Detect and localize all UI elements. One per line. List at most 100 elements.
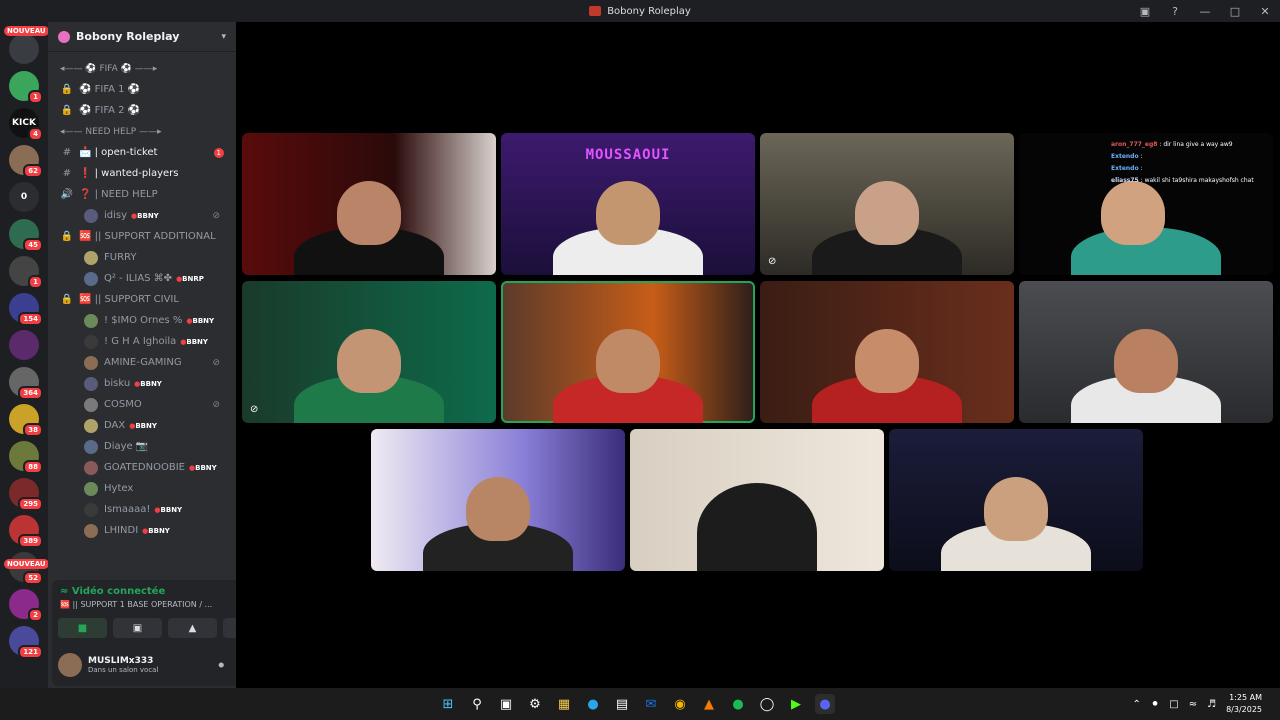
settings-icon[interactable]: ⚙	[525, 694, 545, 714]
unread-badge: 52	[23, 571, 43, 585]
channel-label: LHINDI	[104, 525, 139, 536]
locked-voice-channel[interactable]: 🔒 🆘 || SUPPORT ADDITIONAL	[54, 226, 230, 247]
server-server-icon[interactable]: 154	[9, 293, 43, 326]
microphone-icon[interactable]: ⚫	[217, 659, 226, 672]
locked-voice-channel[interactable]: 🔒 🆘 || SUPPORT CIVIL	[54, 289, 230, 310]
channel-category[interactable]: ◂—— ⚽ FIFA ⚽ ——▸	[54, 58, 230, 79]
server-server-icon[interactable]: 2	[9, 589, 43, 622]
video-tile[interactable]	[371, 429, 625, 571]
voice-user[interactable]: FURRY	[54, 247, 230, 268]
server-header[interactable]: Bobony Roleplay ▾	[48, 22, 236, 52]
server-letter-icon[interactable]: 0	[9, 182, 39, 212]
lock-icon: 🔒	[60, 84, 74, 95]
help-icon[interactable]: ?	[1160, 5, 1190, 18]
voice-user[interactable]: Hytex	[54, 478, 230, 499]
chat-message: Extendo :	[1111, 151, 1273, 163]
file-explorer-icon[interactable]: ▦	[554, 694, 574, 714]
locked-voice-channel[interactable]: 🔒 ⚽ FIFA 1 ⚽	[54, 79, 230, 100]
video-tile-speaking[interactable]	[501, 281, 755, 423]
microphone-icon[interactable]: ⚫	[1151, 699, 1159, 710]
video-tile[interactable]	[630, 429, 884, 571]
chevron-up-icon[interactable]: ⌃	[1132, 699, 1140, 710]
voice-user[interactable]: ! $IMO Ornes %BBNY	[54, 310, 230, 331]
chat-message: aron_777_eg8 : dir lina give a way aw9	[1111, 139, 1273, 151]
voice-user[interactable]: LHINDIBBNY	[54, 520, 230, 541]
voice-user[interactable]: idisyBBNY ⊘	[54, 205, 230, 226]
voice-channel-name[interactable]: 🆘 || SUPPORT 1 BASE OPERATION / ...	[60, 600, 220, 609]
video-tile[interactable]	[889, 429, 1143, 571]
video-tile[interactable]: MOUSSAOUI	[501, 133, 755, 275]
server-server-icon[interactable]: 45	[9, 219, 43, 252]
server-kick-logo-icon[interactable]: KICK 4	[9, 108, 43, 141]
video-tile[interactable]	[1019, 281, 1273, 423]
minimize-button[interactable]: —	[1190, 5, 1220, 18]
activity-button[interactable]: ▲	[168, 618, 217, 638]
spotify-icon[interactable]: ●	[728, 694, 748, 714]
chevron-down-icon[interactable]: ▾	[221, 32, 226, 42]
server-avatar-icon[interactable]: 62	[9, 145, 43, 178]
inbox-icon[interactable]: ▣	[1130, 5, 1160, 18]
server-server-icon[interactable]: 295	[9, 478, 43, 511]
video-tile[interactable]	[760, 281, 1014, 423]
user-status: Dans un salon vocal	[88, 666, 159, 674]
camera-button[interactable]: ■	[58, 618, 107, 638]
channel-label: ! G H A Ighoila	[104, 336, 177, 347]
start-menu-icon[interactable]: ⊞	[438, 694, 458, 714]
voice-user[interactable]: COSMO ⊘	[54, 394, 230, 415]
server-money-icon[interactable]: 1	[9, 71, 43, 104]
chrome-icon[interactable]: ◉	[670, 694, 690, 714]
avatar	[84, 481, 98, 496]
video-tile[interactable]	[242, 133, 496, 275]
avatar	[84, 439, 98, 454]
stream-chat-overlay: aron_777_eg8 : dir lina give a way aw9 Ex…	[1111, 139, 1273, 187]
voice-user[interactable]: GOATEDNOOBIE BBNY	[54, 457, 230, 478]
steam-icon[interactable]: ◯	[757, 694, 777, 714]
clock[interactable]: 1:25 AM 8/3/2025	[1226, 692, 1262, 716]
kick-icon[interactable]: ▶	[786, 694, 806, 714]
new-badge: NOUVEAU	[4, 559, 48, 569]
voice-user[interactable]: biskuBBNY	[54, 373, 230, 394]
server-server-icon[interactable]: 389	[9, 515, 43, 548]
voice-user[interactable]: AMINE-GAMING ⊘	[54, 352, 230, 373]
voice-user[interactable]: ! G H A IghoilaBBNY	[54, 331, 230, 352]
chat-text: :	[1140, 153, 1143, 160]
unread-badge: 121	[18, 645, 43, 659]
server-server-icon[interactable]: 38	[9, 404, 43, 437]
channel-label: 🆘 || SUPPORT CIVIL	[79, 294, 179, 305]
task-view-icon[interactable]: ▣	[496, 694, 516, 714]
voice-user[interactable]: Diaye 📷	[54, 436, 230, 457]
wifi-icon[interactable]: ≈	[1189, 699, 1197, 710]
store-icon[interactable]: ▤	[612, 694, 632, 714]
text-channel[interactable]: # ❗ | wanted-players	[54, 163, 230, 184]
voice-user[interactable]: Ismaaaa!BBNY	[54, 499, 230, 520]
video-tile[interactable]: ⊘	[760, 133, 1014, 275]
server-server-icon[interactable]	[9, 330, 39, 360]
server-server-icon[interactable]: 364	[9, 367, 43, 400]
volume-icon[interactable]: ♬	[1207, 699, 1216, 710]
server-server-icon[interactable]: 121	[9, 626, 43, 659]
app-icon[interactable]: ▲	[699, 694, 719, 714]
outlook-icon[interactable]: ✉	[641, 694, 661, 714]
avatar[interactable]	[58, 653, 82, 677]
locked-voice-channel[interactable]: 🔒 ⚽ FIFA 2 ⚽	[54, 100, 230, 121]
voice-channel[interactable]: 🔊 ❓ | NEED HELP	[54, 184, 230, 205]
server-server-icon[interactable]: 88	[9, 441, 43, 474]
unread-badge: 4	[28, 127, 43, 141]
text-channel[interactable]: # 📩 | open-ticket 1	[54, 142, 230, 163]
maximize-button[interactable]: □	[1220, 5, 1250, 18]
close-button[interactable]: ✕	[1250, 5, 1280, 18]
channel-label: ◂—— ⚽ FIFA ⚽ ——▸	[60, 63, 158, 74]
channel-category[interactable]: ◂—— NEED HELP ——▸	[54, 121, 230, 142]
server-server-icon[interactable]: 1	[9, 256, 43, 289]
voice-user[interactable]: Q² - ILIAS ⌘✤BNRP	[54, 268, 230, 289]
chat-text: : dir lina give a way aw9	[1159, 141, 1233, 148]
search-icon[interactable]: ⚲	[467, 694, 487, 714]
screen-share-button[interactable]: ▣	[113, 618, 162, 638]
display-icon[interactable]: □	[1169, 699, 1178, 710]
server-music-note-icon[interactable]	[9, 34, 39, 64]
discord-icon[interactable]: ●	[815, 694, 835, 714]
video-tile[interactable]: ⊘	[242, 281, 496, 423]
video-tile[interactable]: aron_777_eg8 : dir lina give a way aw9 Ex…	[1019, 133, 1273, 275]
edge-browser-icon[interactable]: ●	[583, 694, 603, 714]
voice-user[interactable]: DAXBBNY	[54, 415, 230, 436]
